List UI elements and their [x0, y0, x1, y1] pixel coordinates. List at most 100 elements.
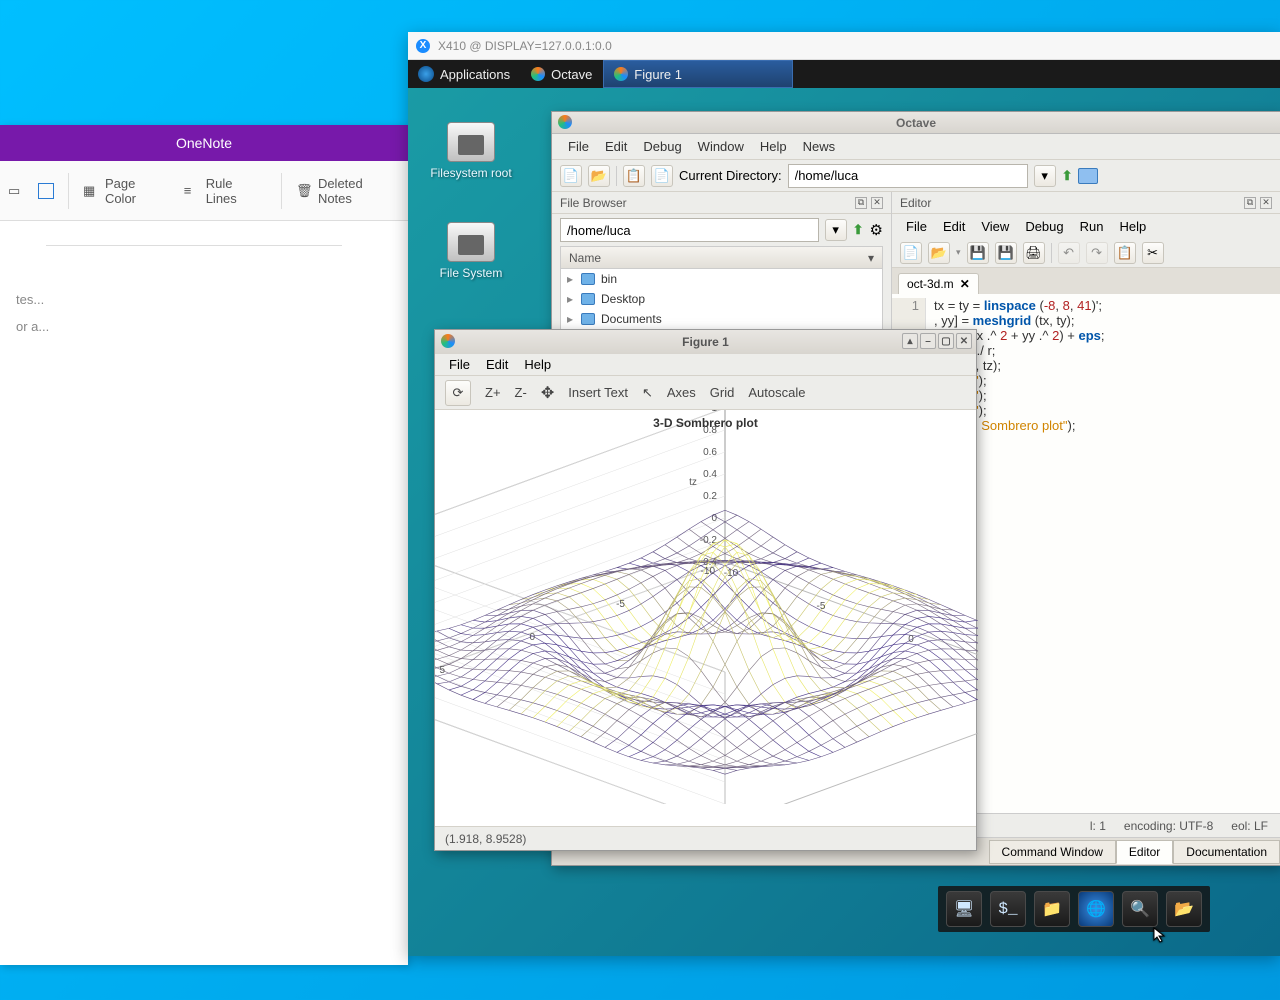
- svg-text:-5: -5: [616, 599, 625, 610]
- ed-redo-button[interactable]: ↷: [1086, 242, 1108, 264]
- copy-button[interactable]: 📋: [623, 165, 645, 187]
- ed-menu-debug[interactable]: Debug: [1019, 217, 1069, 236]
- drive-icon: [447, 222, 495, 262]
- up-dir-button[interactable]: ⬆: [1062, 168, 1073, 184]
- dock-files-icon[interactable]: 📂: [1166, 891, 1202, 927]
- octave-title: Octave: [896, 116, 936, 130]
- path-dropdown[interactable]: ▾: [825, 219, 847, 241]
- editor-tab[interactable]: oct-3d.m ✕: [898, 273, 979, 294]
- rule-lines-button[interactable]: ≡Rule Lines: [184, 176, 267, 206]
- close-tab-icon[interactable]: ✕: [960, 277, 970, 291]
- fig-menu-help[interactable]: Help: [518, 355, 557, 374]
- menu-window[interactable]: Window: [692, 137, 750, 156]
- close-pane-button[interactable]: ✕: [871, 197, 883, 209]
- open-file-button[interactable]: 📂: [588, 165, 610, 187]
- settings-button[interactable]: ⚙: [870, 221, 883, 239]
- svg-text:0.2: 0.2: [703, 491, 717, 502]
- shade-button[interactable]: ▴: [902, 333, 918, 349]
- onenote-sidebar-item[interactable]: tes...: [16, 286, 392, 313]
- file-row[interactable]: ▸bin: [561, 269, 882, 289]
- ed-open-button[interactable]: 📂: [928, 242, 950, 264]
- name-column-header[interactable]: Name: [569, 251, 868, 265]
- onenote-sidebar-item[interactable]: or a...: [16, 313, 392, 340]
- octave-titlebar[interactable]: Octave: [552, 112, 1280, 134]
- svg-text:-5: -5: [817, 601, 826, 612]
- deleted-notes-button[interactable]: 🗑Deleted Notes: [296, 176, 400, 206]
- ed-print-button[interactable]: 🖨: [1023, 242, 1045, 264]
- cursor-position: (1.918, 8.9528): [445, 832, 526, 846]
- ed-undo-button[interactable]: ↶: [1058, 242, 1080, 264]
- ed-menu-view[interactable]: View: [975, 217, 1015, 236]
- column-dropdown[interactable]: ▾: [868, 251, 874, 265]
- insert-text-button[interactable]: Insert Text: [568, 385, 628, 400]
- minimize-button[interactable]: –: [920, 333, 936, 349]
- new-file-button[interactable]: 📄: [560, 165, 582, 187]
- dock-search-icon[interactable]: 🔍: [1122, 891, 1158, 927]
- tab-editor[interactable]: Editor: [1116, 840, 1173, 864]
- figure-canvas[interactable]: 3-D Sombrero plot -0.4-0.200.20.40.60.81…: [435, 410, 976, 826]
- paper-size-button[interactable]: [38, 183, 54, 199]
- x410-titlebar[interactable]: X X410 @ DISPLAY=127.0.0.1:0.0: [408, 32, 1280, 60]
- applications-menu[interactable]: Applications: [408, 60, 520, 88]
- figure-window: Figure 1 ▴ – ▢ ✕ File Edit Help ⟳ Z+ Z- …: [434, 329, 977, 851]
- onenote-body: tes... or a...: [0, 221, 408, 364]
- select-button[interactable]: ↖: [642, 385, 653, 401]
- curdir-input[interactable]: [788, 164, 1028, 188]
- zoom-out-button[interactable]: Z-: [515, 385, 527, 400]
- page-color-button[interactable]: ▦Page Color: [83, 176, 170, 206]
- dock-browser-icon[interactable]: 🌐: [1078, 891, 1114, 927]
- dock-desktop-icon[interactable]: 🖥: [946, 891, 982, 927]
- menu-file[interactable]: File: [562, 137, 595, 156]
- svg-text:0.6: 0.6: [703, 447, 717, 458]
- pan-button[interactable]: ✥: [541, 383, 554, 403]
- rotate-button[interactable]: ⟳: [445, 380, 471, 406]
- desktop-icon-file-system[interactable]: File System: [426, 222, 516, 280]
- ed-menu-edit[interactable]: Edit: [937, 217, 971, 236]
- taskbar-item-octave[interactable]: Octave: [520, 60, 603, 88]
- grid-button[interactable]: Grid: [710, 385, 735, 400]
- curdir-dropdown[interactable]: ▾: [1034, 165, 1056, 187]
- menu-edit[interactable]: Edit: [599, 137, 633, 156]
- onenote-titlebar[interactable]: OneNote: [0, 125, 408, 161]
- curdir-label: Current Directory:: [679, 168, 782, 183]
- file-browser-path-input[interactable]: [560, 218, 819, 242]
- browse-dir-button[interactable]: [1078, 168, 1098, 184]
- tab-documentation[interactable]: Documentation: [1173, 840, 1280, 864]
- undock-button[interactable]: ⧉: [855, 197, 867, 209]
- up-folder-button[interactable]: ⬆: [853, 222, 864, 238]
- ed-cut-button[interactable]: ✂: [1142, 242, 1164, 264]
- figure-titlebar[interactable]: Figure 1 ▴ – ▢ ✕: [435, 330, 976, 354]
- close-button[interactable]: ✕: [956, 333, 972, 349]
- file-row[interactable]: ▸Documents: [561, 309, 882, 329]
- ed-save-button[interactable]: 💾: [967, 242, 989, 264]
- ed-copy-button[interactable]: 📋: [1114, 242, 1136, 264]
- figure-toolbar: ⟳ Z+ Z- ✥ Insert Text ↖ Axes Grid Autosc…: [435, 376, 976, 410]
- maximize-button[interactable]: ▢: [938, 333, 954, 349]
- ed-new-button[interactable]: 📄: [900, 242, 922, 264]
- dock-filemanager-icon[interactable]: 📁: [1034, 891, 1070, 927]
- menu-debug[interactable]: Debug: [637, 137, 687, 156]
- tab-command-window[interactable]: Command Window: [989, 840, 1116, 864]
- close-pane-button[interactable]: ✕: [1260, 197, 1272, 209]
- ed-menu-file[interactable]: File: [900, 217, 933, 236]
- zoom-in-button[interactable]: Z+: [485, 385, 501, 400]
- menu-news[interactable]: News: [797, 137, 842, 156]
- fig-menu-edit[interactable]: Edit: [480, 355, 514, 374]
- file-row[interactable]: ▸Desktop: [561, 289, 882, 309]
- paste-button[interactable]: 📄: [651, 165, 673, 187]
- ed-saveall-button[interactable]: 💾: [995, 242, 1017, 264]
- undock-button[interactable]: ⧉: [1244, 197, 1256, 209]
- fig-menu-file[interactable]: File: [443, 355, 476, 374]
- hide-rule-button[interactable]: ▭: [8, 183, 24, 199]
- ed-menu-help[interactable]: Help: [1113, 217, 1152, 236]
- dock-terminal-icon[interactable]: $_: [990, 891, 1026, 927]
- file-browser-header: File Browser ⧉✕: [552, 192, 891, 214]
- taskbar-item-figure1[interactable]: Figure 1: [603, 60, 793, 88]
- axes-button[interactable]: Axes: [667, 385, 696, 400]
- figure-title: Figure 1: [682, 335, 729, 349]
- desktop-icon-filesystem-root[interactable]: Filesystem root: [426, 122, 516, 180]
- menu-help[interactable]: Help: [754, 137, 793, 156]
- ed-menu-run[interactable]: Run: [1074, 217, 1110, 236]
- paper-size-icon: [38, 183, 54, 199]
- autoscale-button[interactable]: Autoscale: [748, 385, 805, 400]
